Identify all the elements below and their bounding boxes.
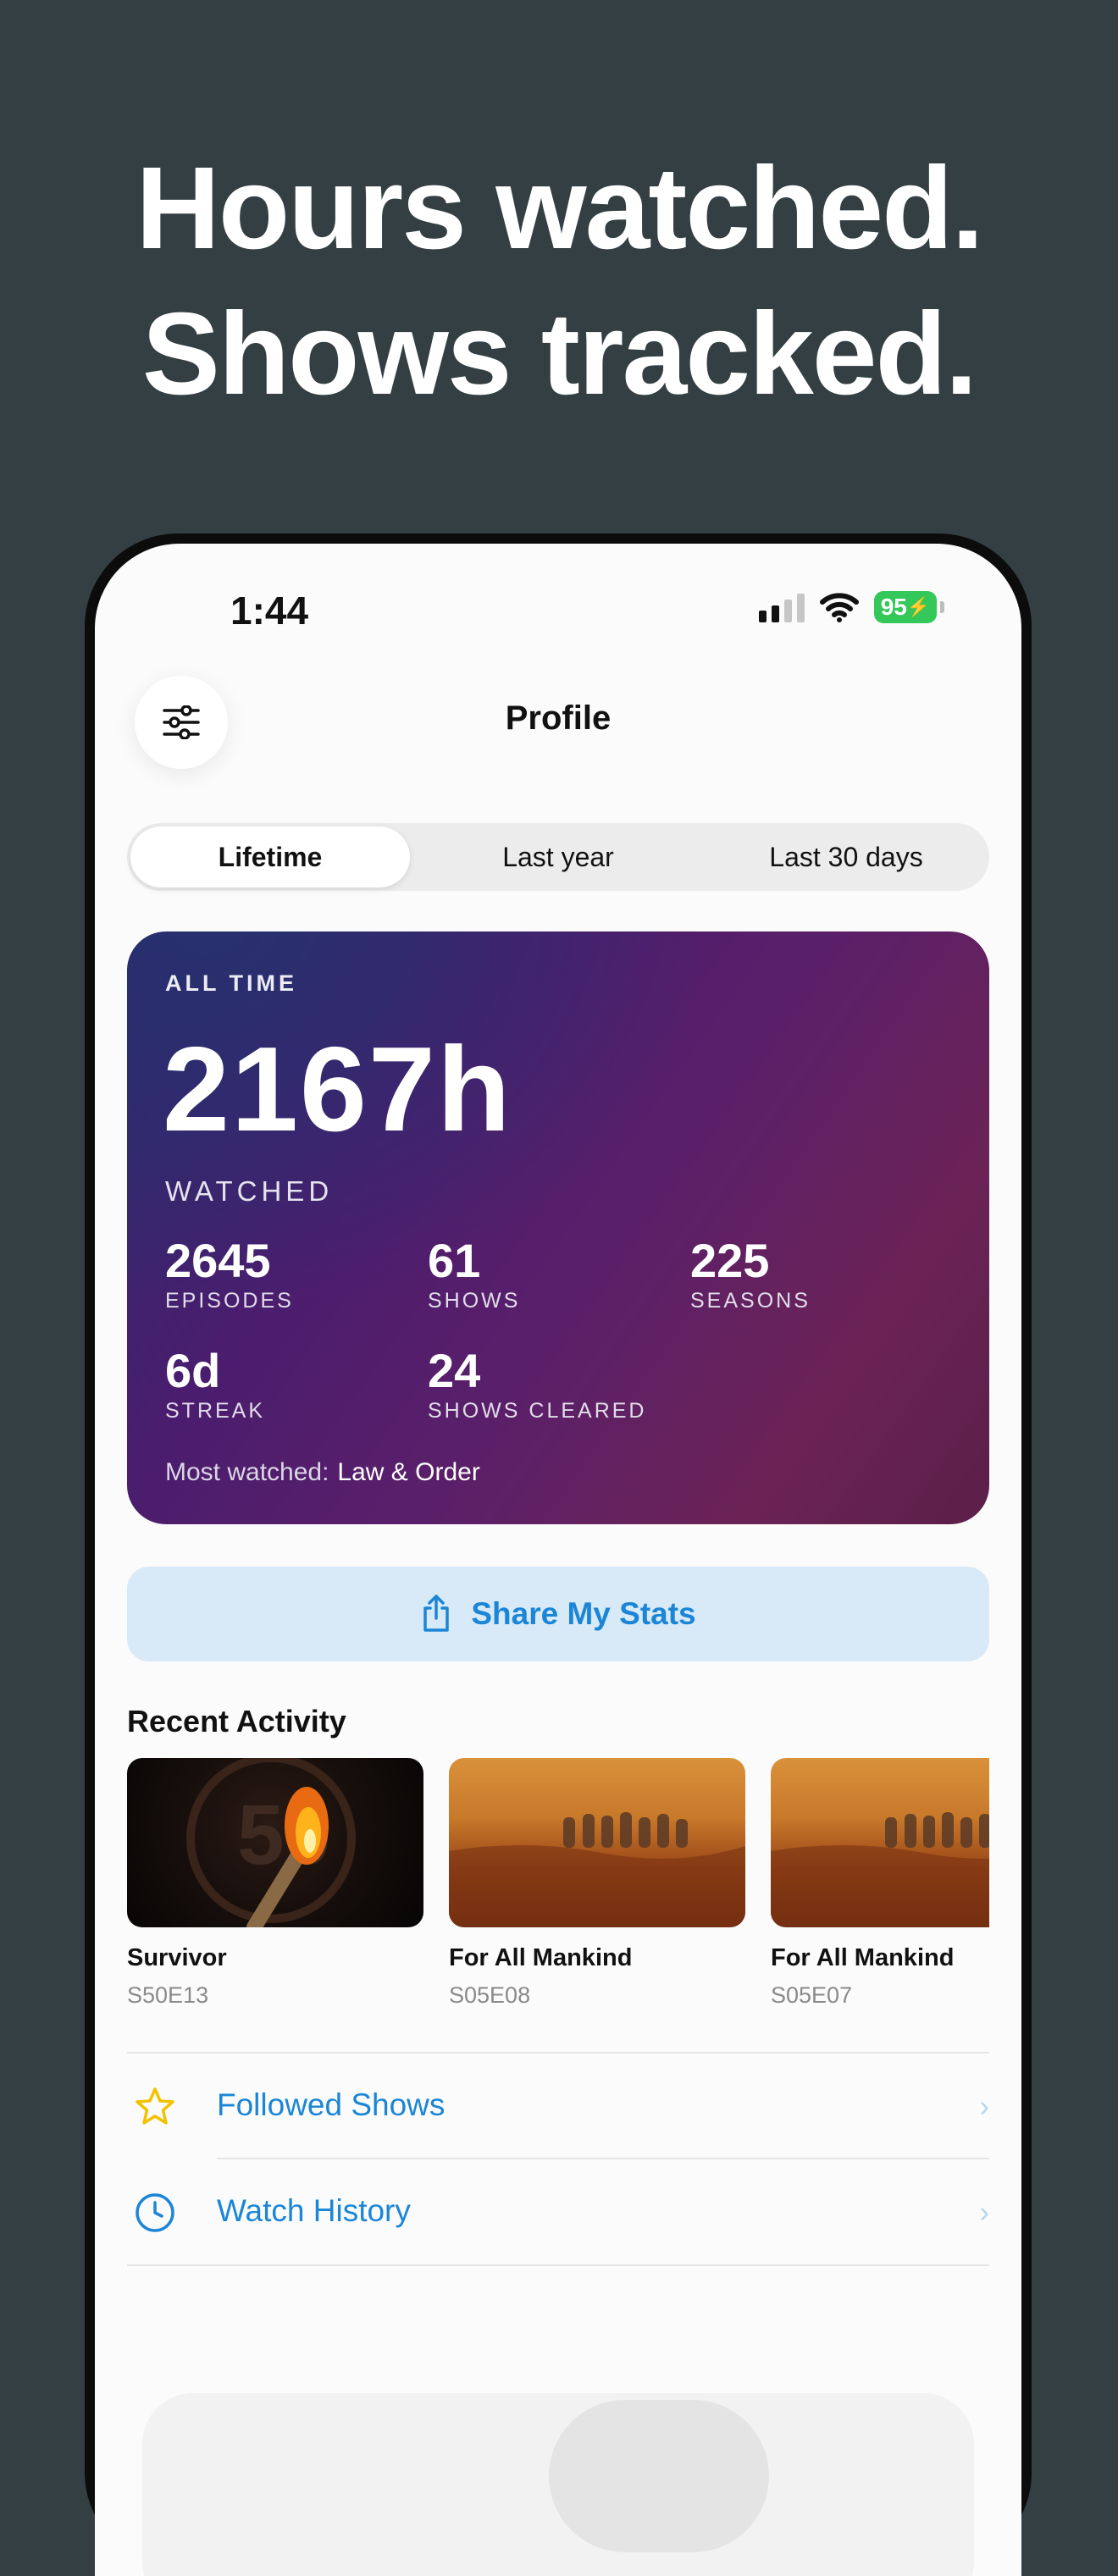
cellular-signal-icon xyxy=(759,592,805,622)
segment-lifetime[interactable]: Lifetime xyxy=(130,826,410,887)
activity-episode: S05E07 xyxy=(771,1982,853,2008)
survivor-artwork: 50 xyxy=(186,1758,356,1927)
activity-thumbnail xyxy=(449,1758,745,1927)
stat-cleared-value: 24 xyxy=(428,1344,481,1397)
tab-bar-selected-pill[interactable] xyxy=(549,2400,769,2552)
stat-shows: 61 SHOWS xyxy=(428,1235,520,1313)
segment-last-year[interactable]: Last year xyxy=(418,826,698,887)
stat-seasons-label: SEASONS xyxy=(690,1289,811,1313)
stat-episodes-value: 2645 xyxy=(165,1234,271,1287)
hours-watched-value: 2167h xyxy=(163,1022,512,1157)
recent-activity-carousel[interactable]: 50 Survivor S50E13 For All Mankind S05E0… xyxy=(127,1758,989,2029)
stat-shows-value: 61 xyxy=(428,1234,481,1287)
clock-icon xyxy=(136,2193,174,2232)
stat-episodes: 2645 EPISODES xyxy=(165,1235,294,1313)
watch-history-row[interactable]: Watch History › xyxy=(127,2159,989,2264)
period-label: ALL TIME xyxy=(165,970,297,996)
stat-shows-label: SHOWS xyxy=(428,1289,521,1313)
mars-artwork xyxy=(449,1812,745,1927)
watch-history-label: Watch History xyxy=(217,2193,411,2228)
most-watched-label: Most watched: xyxy=(165,1458,329,1486)
recent-activity-title: Recent Activity xyxy=(127,1704,346,1739)
activity-title: Survivor xyxy=(127,1944,227,1971)
phone-screen: 1:44 95 ⚡ Profile Lifetime Last year Last… xyxy=(95,544,1021,2576)
hours-watched-caption: WATCHED xyxy=(165,1175,334,1207)
battery-level: 95 xyxy=(880,594,907,620)
stat-seasons: 225 SEASONS xyxy=(690,1235,811,1313)
divider xyxy=(127,2264,989,2266)
stat-streak-label: STREAK xyxy=(165,1399,266,1423)
stat-cleared-label: SHOWS CLEARED xyxy=(428,1399,647,1423)
status-time: 1:44 xyxy=(230,589,309,633)
activity-title: For All Mankind xyxy=(449,1944,633,1971)
activity-item[interactable]: For All Mankind S05E08 xyxy=(449,1758,745,2009)
share-button-label: Share My Stats xyxy=(471,1596,696,1631)
share-stats-button[interactable]: Share My Stats xyxy=(127,1567,989,1661)
headline-line-1: Hours watched. xyxy=(136,143,984,274)
mars-artwork xyxy=(771,1812,989,1927)
segment-last-30-days[interactable]: Last 30 days xyxy=(706,826,986,887)
followed-shows-label: Followed Shows xyxy=(217,2087,446,2122)
activity-thumbnail xyxy=(771,1758,989,1927)
battery-icon: 95 ⚡ xyxy=(874,591,944,623)
most-watched: Most watched: Law & Order xyxy=(165,1458,480,1487)
followed-shows-row[interactable]: Followed Shows › xyxy=(127,2054,989,2159)
activity-title: For All Mankind xyxy=(771,1944,955,1971)
activity-thumbnail: 50 xyxy=(127,1758,423,1927)
star-icon xyxy=(136,2087,174,2125)
marketing-headline: Hours watched. Shows tracked. xyxy=(0,135,1118,427)
stat-episodes-label: EPISODES xyxy=(165,1289,294,1313)
headline-line-2: Shows tracked. xyxy=(141,289,977,419)
activity-item[interactable]: For All Mankind S05E07 xyxy=(771,1758,989,2009)
most-watched-value: Law & Order xyxy=(337,1458,480,1486)
activity-episode: S50E13 xyxy=(127,1982,209,2008)
wifi-icon xyxy=(820,593,859,622)
stat-streak: 6d STREAK xyxy=(165,1345,265,1423)
share-icon xyxy=(423,1595,450,1632)
stat-streak-value: 6d xyxy=(165,1344,221,1397)
period-segmented-control: Lifetime Last year Last 30 days xyxy=(127,823,989,891)
stats-card: ALL TIME 2167h WATCHED 2645 EPISODES 61 … xyxy=(127,931,989,1524)
chevron-right-icon: › xyxy=(979,2197,989,2229)
activity-item[interactable]: 50 Survivor S50E13 xyxy=(127,1758,423,2009)
stat-shows-cleared: 24 SHOWS CLEARED xyxy=(428,1345,646,1423)
chevron-right-icon: › xyxy=(979,2091,989,2123)
stat-seasons-value: 225 xyxy=(690,1234,770,1287)
activity-episode: S05E08 xyxy=(449,1982,531,2008)
page-title: Profile xyxy=(505,699,612,737)
status-icons: 95 ⚡ xyxy=(759,586,944,628)
